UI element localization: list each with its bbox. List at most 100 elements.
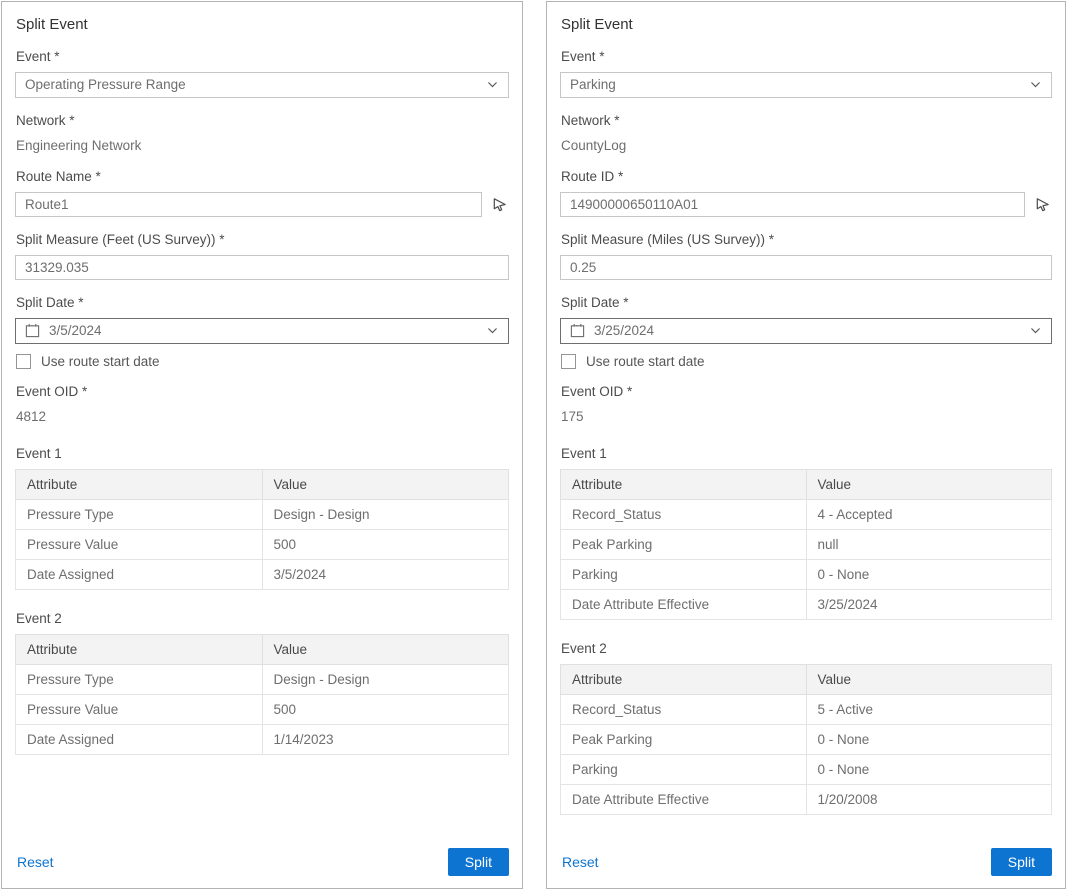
date-picker[interactable]: 3/25/2024 <box>560 318 1052 344</box>
measure-label: Split Measure (Feet (US Survey)) * <box>16 232 509 249</box>
column-header-attribute: Attribute <box>16 635 263 665</box>
event-oid-value: 4812 <box>16 408 509 426</box>
event-oid-value: 175 <box>561 408 1052 426</box>
reset-button[interactable]: Reset <box>562 854 599 870</box>
reset-button[interactable]: Reset <box>17 854 54 870</box>
table-row: Record_Status 5 - Active <box>561 695 1052 725</box>
event2-table: Attribute Value Record_Status 5 - Active… <box>560 664 1052 815</box>
attribute-cell: Pressure Type <box>16 665 263 695</box>
table-row: Record_Status 4 - Accepted <box>561 500 1052 530</box>
value-cell: 1/14/2023 <box>262 725 509 755</box>
attribute-cell: Peak Parking <box>561 725 807 755</box>
table-row: Date Assigned 3/5/2024 <box>16 560 509 590</box>
calendar-icon <box>570 323 585 338</box>
event-oid-label: Event OID * <box>561 384 1052 401</box>
event-label: Event * <box>561 49 1052 66</box>
value-cell: 1/20/2008 <box>806 785 1052 815</box>
column-header-value: Value <box>806 665 1052 695</box>
value-cell: Design - Design <box>262 500 509 530</box>
table-row: Pressure Value 500 <box>16 695 509 725</box>
value-cell: 0 - None <box>806 755 1052 785</box>
network-label: Network * <box>561 113 1052 130</box>
table-row: Pressure Type Design - Design <box>16 665 509 695</box>
checkbox-label: Use route start date <box>41 354 160 369</box>
value-cell: 5 - Active <box>806 695 1052 725</box>
column-header-value: Value <box>806 470 1052 500</box>
map-select-icon[interactable] <box>1032 195 1052 215</box>
table-row: Date Attribute Effective 1/20/2008 <box>561 785 1052 815</box>
attribute-cell: Date Assigned <box>16 560 263 590</box>
split-event-panel-left: Split Event Event * Operating Pressure R… <box>1 1 523 889</box>
network-value: Engineering Network <box>16 137 509 155</box>
date-picker[interactable]: 3/5/2024 <box>15 318 509 344</box>
route-label: Route Name * <box>16 169 509 186</box>
page-title: Split Event <box>16 16 509 33</box>
event-label: Event * <box>16 49 509 66</box>
attribute-cell: Record_Status <box>561 695 807 725</box>
date-label: Split Date * <box>16 295 509 312</box>
event-oid-label: Event OID * <box>16 384 509 401</box>
table-row: Parking 0 - None <box>561 755 1052 785</box>
event2-table: Attribute Value Pressure Type Design - D… <box>15 634 509 755</box>
table-row: Date Attribute Effective 3/25/2024 <box>561 590 1052 620</box>
split-event-panel-right: Split Event Event * Parking Network * Co… <box>546 1 1066 889</box>
measure-label: Split Measure (Miles (US Survey)) * <box>561 232 1052 249</box>
table-row: Peak Parking null <box>561 530 1052 560</box>
value-cell: 3/25/2024 <box>806 590 1052 620</box>
date-value: 3/5/2024 <box>49 323 477 338</box>
event-select-value: Operating Pressure Range <box>25 77 486 92</box>
map-select-icon[interactable] <box>489 195 509 215</box>
split-button[interactable]: Split <box>991 848 1052 876</box>
value-cell: Design - Design <box>262 665 509 695</box>
table-row: Pressure Value 500 <box>16 530 509 560</box>
event-select[interactable]: Operating Pressure Range <box>15 72 509 98</box>
split-button[interactable]: Split <box>448 848 509 876</box>
event2-heading: Event 2 <box>561 641 1052 656</box>
column-header-value: Value <box>262 470 509 500</box>
value-cell: 0 - None <box>806 725 1052 755</box>
attribute-cell: Date Attribute Effective <box>561 785 807 815</box>
attribute-cell: Date Attribute Effective <box>561 590 807 620</box>
column-header-attribute: Attribute <box>561 665 807 695</box>
chevron-down-icon <box>486 324 499 337</box>
date-label: Split Date * <box>561 295 1052 312</box>
event2-heading: Event 2 <box>16 611 509 626</box>
use-route-start-date-checkbox[interactable] <box>16 354 31 369</box>
event-select[interactable]: Parking <box>560 72 1052 98</box>
event-select-value: Parking <box>570 77 1029 92</box>
checkbox-label: Use route start date <box>586 354 705 369</box>
attribute-cell: Parking <box>561 755 807 785</box>
event1-heading: Event 1 <box>561 446 1052 461</box>
column-header-attribute: Attribute <box>561 470 807 500</box>
attribute-cell: Pressure Type <box>16 500 263 530</box>
value-cell: null <box>806 530 1052 560</box>
column-header-value: Value <box>262 635 509 665</box>
table-row: Date Assigned 1/14/2023 <box>16 725 509 755</box>
chevron-down-icon <box>486 78 499 91</box>
use-route-start-date-checkbox[interactable] <box>561 354 576 369</box>
attribute-cell: Date Assigned <box>16 725 263 755</box>
network-value: CountyLog <box>561 137 1052 155</box>
chevron-down-icon <box>1029 78 1042 91</box>
event1-heading: Event 1 <box>16 446 509 461</box>
calendar-icon <box>25 323 40 338</box>
attribute-cell: Pressure Value <box>16 695 263 725</box>
table-row: Pressure Type Design - Design <box>16 500 509 530</box>
table-row: Peak Parking 0 - None <box>561 725 1052 755</box>
date-value: 3/25/2024 <box>594 323 1020 338</box>
measure-input[interactable] <box>15 255 509 280</box>
page-title: Split Event <box>561 16 1052 33</box>
value-cell: 500 <box>262 695 509 725</box>
value-cell: 0 - None <box>806 560 1052 590</box>
network-label: Network * <box>16 113 509 130</box>
attribute-cell: Peak Parking <box>561 530 807 560</box>
table-row: Parking 0 - None <box>561 560 1052 590</box>
event1-table: Attribute Value Pressure Type Design - D… <box>15 469 509 590</box>
route-input[interactable] <box>15 192 482 217</box>
event1-table: Attribute Value Record_Status 4 - Accept… <box>560 469 1052 620</box>
attribute-cell: Pressure Value <box>16 530 263 560</box>
measure-input[interactable] <box>560 255 1052 280</box>
split-event-widgets: Split Event Event * Operating Pressure R… <box>0 0 1067 890</box>
attribute-cell: Record_Status <box>561 500 807 530</box>
route-input[interactable] <box>560 192 1025 217</box>
